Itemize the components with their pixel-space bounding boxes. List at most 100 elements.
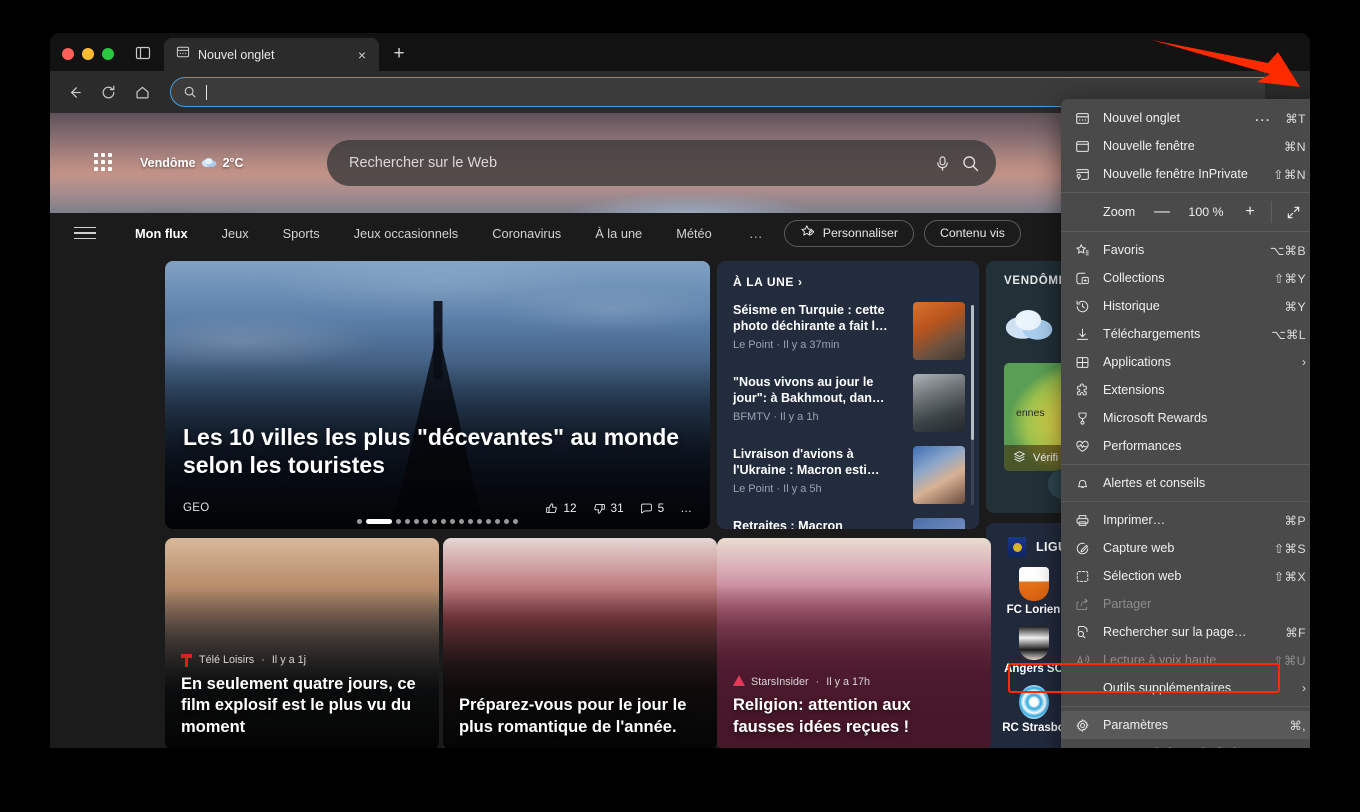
feed-more-icon[interactable]: … <box>729 225 784 241</box>
feed-tab-a-la-une[interactable]: À la une <box>578 226 659 241</box>
menu-item-downloads[interactable]: Téléchargements ⌥⌘L <box>1061 320 1310 348</box>
home-button[interactable] <box>126 77 158 107</box>
sparkle-star-icon <box>800 224 815 242</box>
content-visible-label: Contenu vis <box>939 226 1005 240</box>
comment-stat[interactable]: 5 <box>640 501 664 515</box>
menu-item-favorites[interactable]: Favoris ⌥⌘B <box>1061 236 1310 264</box>
feed-tab-coronavirus[interactable]: Coronavirus <box>475 226 578 241</box>
menu-item-label: Capture web <box>1103 541 1175 555</box>
zoom-out-button[interactable]: — <box>1145 199 1179 225</box>
news-card[interactable]: Préparez-vous pour le jour le plus roman… <box>443 538 717 748</box>
new-window-icon <box>1074 138 1091 155</box>
menu-item-label: Favoris <box>1103 243 1145 257</box>
menu-item-new-window[interactable]: Nouvelle fenêtre ⌘N <box>1061 132 1310 160</box>
menu-item-label: Partager <box>1103 597 1152 611</box>
a-la-une-item[interactable]: Livraison d'avions à l'Ukraine : Macron … <box>733 446 965 504</box>
menu-item-label: Performances <box>1103 439 1182 453</box>
back-button[interactable] <box>58 77 90 107</box>
a-la-une-item[interactable]: Séisme en Turquie : cette photo déchiran… <box>733 302 965 360</box>
capture-icon <box>1074 540 1091 557</box>
microphone-icon[interactable] <box>934 155 951 172</box>
menu-item-shortcut: ⌘F <box>1285 625 1306 640</box>
feed-tab-jeux-occasionnels[interactable]: Jeux occasionnels <box>337 226 476 241</box>
menu-item-label: Outils supplémentaires <box>1103 681 1232 695</box>
menu-item-print[interactable]: Imprimer… ⌘P <box>1061 506 1310 534</box>
fullscreen-button[interactable] <box>1276 199 1310 225</box>
news-card[interactable]: StarsInsider · Il y a 17h Religion: atte… <box>717 538 991 748</box>
menu-item-new-inprivate-window[interactable]: Nouvelle fenêtre InPrivate ⇧⌘N <box>1061 160 1310 188</box>
menu-item-web-select[interactable]: Sélection web ⇧⌘X <box>1061 562 1310 590</box>
menu-separator <box>1061 706 1310 707</box>
hero-card-more-icon[interactable]: … <box>680 501 692 515</box>
dislike-stat[interactable]: 31 <box>593 501 624 515</box>
menu-item-web-capture[interactable]: Capture web ⇧⌘S <box>1061 534 1310 562</box>
menu-item-read-aloud: Lecture à voix haute ⇧⌘U <box>1061 646 1310 674</box>
news-thumbnail <box>913 302 965 360</box>
news-card-dot: · <box>815 675 820 688</box>
browser-settings-more-button[interactable]: … <box>1246 103 1280 129</box>
bell-icon <box>1074 475 1091 492</box>
menu-item-shortcut: ⌘T <box>1285 111 1306 126</box>
menu-item-performance[interactable]: Performances <box>1061 432 1310 460</box>
apps-icon <box>1074 354 1091 371</box>
minimize-window-button[interactable] <box>82 48 94 60</box>
zoom-in-button[interactable]: + <box>1233 199 1267 225</box>
tab-nouvel-onglet[interactable]: Nouvel onglet × <box>164 38 379 71</box>
menu-item-find-on-page[interactable]: Rechercher sur la page… ⌘F <box>1061 618 1310 646</box>
weather-summary[interactable]: Vendôme 2°C <box>140 156 244 171</box>
news-card[interactable]: Télé Loisirs · Il y a 1j En seulement qu… <box>165 538 439 748</box>
rewards-icon <box>1074 410 1091 427</box>
like-stat[interactable]: 12 <box>545 501 577 515</box>
news-card-time: Il y a 17h <box>826 675 871 688</box>
menu-item-extensions[interactable]: Extensions <box>1061 376 1310 404</box>
performance-icon <box>1074 438 1091 455</box>
feed-tab-meteo[interactable]: Météo <box>659 226 729 241</box>
news-card-meta: Télé Loisirs · Il y a 1j <box>181 653 423 667</box>
content-visible-button[interactable]: Contenu vis <box>923 219 1021 247</box>
search-submit-icon[interactable] <box>961 154 980 173</box>
extensions-icon <box>1074 382 1091 399</box>
a-la-une-header[interactable]: À LA UNE › <box>733 275 965 289</box>
tab-close-icon[interactable]: × <box>353 46 371 64</box>
weather-map-city-label: ennes <box>1016 407 1045 419</box>
menu-item-label: Lecture à voix haute <box>1103 653 1217 667</box>
app-launcher-icon[interactable] <box>94 153 114 173</box>
menu-item-shortcut: ⌥⌘B <box>1269 243 1306 258</box>
menu-item-hide-sidebar[interactable]: Masquer la barre latérale <box>1061 739 1310 748</box>
news-card-title: Religion: attention aux fausses idées re… <box>733 696 911 736</box>
menu-separator <box>1061 192 1310 193</box>
a-la-une-item[interactable]: Retraites : Macron <box>733 518 965 529</box>
new-tab-button[interactable]: + <box>385 40 413 68</box>
maximize-window-button[interactable] <box>102 48 114 60</box>
menu-item-history[interactable]: Historique ⌘Y <box>1061 292 1310 320</box>
menu-item-applications[interactable]: Applications › <box>1061 348 1310 376</box>
close-window-button[interactable] <box>62 48 74 60</box>
a-la-une-item[interactable]: "Nous vivons au jour le jour": à Bakhmou… <box>733 374 965 432</box>
feed-tab-sports[interactable]: Sports <box>266 226 337 241</box>
news-card-title: Préparez-vous pour le jour le plus roman… <box>459 696 687 736</box>
menu-item-shortcut: ⌘N <box>1283 139 1306 154</box>
menu-item-collections[interactable]: Collections ⇧⌘Y <box>1061 264 1310 292</box>
feed-tab-jeux[interactable]: Jeux <box>205 226 266 241</box>
hero-news-card[interactable]: Les 10 villes les plus "décevantes" au m… <box>165 261 710 529</box>
feed-tab-mon-flux[interactable]: Mon flux <box>118 226 205 241</box>
menu-item-shortcut: ⇧⌘X <box>1273 569 1306 584</box>
personalize-button[interactable]: Personnaliser <box>783 219 914 247</box>
reload-button[interactable] <box>92 77 124 107</box>
a-la-une-scrollbar[interactable] <box>971 305 974 505</box>
tab-actions-icon[interactable] <box>126 39 160 67</box>
like-count: 12 <box>563 501 577 515</box>
menu-item-settings[interactable]: Paramètres ⌘, <box>1061 711 1310 739</box>
ligue1-logo-icon <box>1008 537 1026 557</box>
tab-strip: Nouvel onglet × + <box>50 33 1310 71</box>
news-meta: Le Point · Il y a 5h <box>733 483 822 496</box>
menu-item-shortcut: ⌥⌘L <box>1271 327 1306 342</box>
menu-item-microsoft-rewards[interactable]: Microsoft Rewards <box>1061 404 1310 432</box>
menu-item-alerts[interactable]: Alertes et conseils <box>1061 469 1310 497</box>
carousel-dots[interactable] <box>165 519 710 524</box>
feed-menu-icon[interactable] <box>74 226 96 240</box>
menu-item-shortcut: ⇧⌘N <box>1273 167 1306 182</box>
menu-item-label: Historique <box>1103 299 1160 313</box>
web-search-box[interactable]: Rechercher sur le Web <box>327 140 996 186</box>
menu-item-more-tools[interactable]: Outils supplémentaires › <box>1061 674 1310 702</box>
